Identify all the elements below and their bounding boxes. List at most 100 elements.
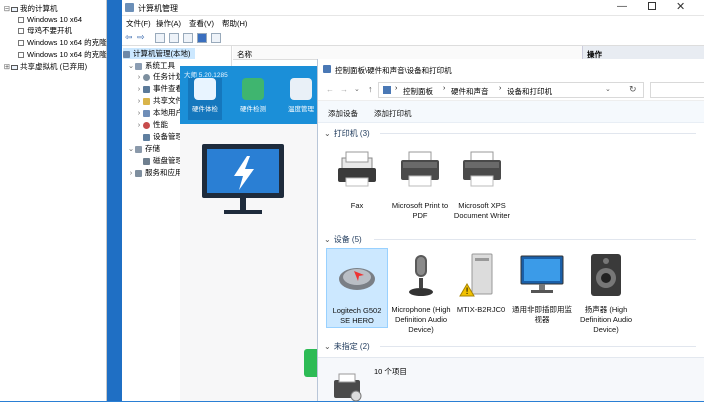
chevron-down-icon: ⌄ (324, 342, 331, 351)
device-label: Logitech G502 SE HERO (332, 306, 382, 325)
show-tree-icon[interactable] (155, 33, 165, 43)
computer-icon (123, 50, 130, 58)
minimize-button[interactable]: — (617, 1, 627, 12)
vm-item-label: Windows 10 x64 的克隆 (27, 50, 107, 59)
up-level-icon[interactable] (169, 33, 179, 43)
tree-item-services[interactable]: › 服务和应用 (127, 167, 183, 178)
device-microphone[interactable]: Microphone (High Definition Audio Device… (390, 252, 452, 335)
menu-view[interactable]: 查看(V) (189, 18, 214, 29)
menu-help[interactable]: 帮助(H) (222, 18, 247, 29)
device-label: 扬声器 (High Definition Audio Device) (579, 305, 633, 334)
expand-icon[interactable]: ⊞ (3, 61, 11, 72)
tab-temperature[interactable]: 温度管理 (284, 78, 318, 120)
chevron-right-icon[interactable]: › (135, 95, 143, 106)
breadcrumb-sep: › (499, 85, 502, 92)
collapse-icon[interactable]: ⊟ (3, 3, 11, 14)
device-monitor[interactable]: 通用非即插即用监视器 (511, 252, 573, 325)
event-icon (143, 85, 150, 93)
add-printer-button[interactable]: 添加打印机 (374, 108, 412, 119)
tree-item-performance[interactable]: › 性能 (135, 119, 168, 130)
device-label: MTIX-B2RJC0 (456, 305, 506, 314)
vm-icon (18, 28, 24, 35)
tools-icon (135, 62, 142, 70)
computer-icon (11, 6, 18, 12)
svg-text:!: ! (465, 287, 469, 297)
tree-item-task-scheduler[interactable]: › 任务计划 (135, 71, 183, 82)
storage-icon (135, 145, 142, 153)
cp-window-title: 控制面板\硬件和声音\设备和打印机 (335, 66, 452, 75)
breadcrumb-hardware-sound[interactable]: 硬件和声音 (451, 86, 489, 97)
tree-item-root[interactable]: 计算机管理(本地) (123, 48, 195, 59)
forward-icon[interactable]: → (340, 85, 348, 94)
vm-item[interactable]: 母鸡不要开机 (18, 25, 72, 36)
vm-icon (18, 40, 24, 47)
printers-group-header[interactable]: ⌄ 打印机 (3) (324, 128, 696, 139)
vm-shared[interactable]: ⊞ 共享虚拟机 (已弃用) (3, 61, 87, 72)
unspecified-group-header[interactable]: ⌄ 未指定 (2) (324, 341, 696, 352)
cp-address-row: ← → ⌄ ↑ › 控制面板 › 硬件和声音 › 设备和打印机 ⌄ ↻ (318, 79, 704, 101)
vm-item-label: 母鸡不要开机 (27, 26, 72, 35)
breadcrumb-devices-printers[interactable]: 设备和打印机 (507, 86, 552, 97)
toolbar: ⇦ ⇨ (122, 30, 704, 46)
vm-item[interactable]: Windows 10 x64 的克隆 (18, 37, 107, 48)
menu-file[interactable]: 文件(F) (126, 18, 151, 29)
device-xps-writer[interactable]: Microsoft XPS Document Writer (451, 148, 513, 221)
fax-icon (338, 151, 376, 187)
help-icon[interactable] (197, 33, 207, 43)
tab-hardware-check[interactable]: 硬件体检 (188, 78, 222, 120)
address-dropdown-icon[interactable]: ⌄ (605, 85, 611, 93)
tree-item-local-users[interactable]: › 本地用户 (135, 107, 183, 118)
dashi-content (180, 124, 320, 401)
up-icon[interactable]: ↑ (368, 84, 373, 94)
device-speaker[interactable]: 扬声器 (High Definition Audio Device) (575, 252, 637, 335)
chevron-down-icon[interactable]: ⌄ (127, 60, 135, 71)
panel-icon[interactable] (211, 33, 221, 43)
column-name[interactable]: 名称 (237, 49, 252, 60)
tree-item-disk-management[interactable]: 磁盘管理 (143, 155, 183, 166)
shared-vm-icon (11, 64, 18, 70)
chevron-right-icon[interactable]: › (135, 83, 143, 94)
tree-item-event-viewer[interactable]: › 事件查看 (135, 83, 183, 94)
refresh-icon[interactable]: ↻ (629, 84, 637, 95)
tree-label: 事件查看 (153, 84, 183, 93)
address-bar[interactable]: › 控制面板 › 硬件和声音 › 设备和打印机 ⌄ ↻ (378, 82, 644, 98)
add-device-button[interactable]: 添加设备 (328, 108, 358, 119)
chevron-right-icon[interactable]: › (135, 71, 143, 82)
title-bar: 计算机管理 — ✕ (122, 0, 704, 16)
forward-icon[interactable]: ⇨ (137, 32, 145, 43)
devices-group-header[interactable]: ⌄ 设备 (5) (324, 234, 696, 245)
search-input[interactable] (650, 82, 704, 98)
vm-root[interactable]: ⊟ 我的计算机 (3, 3, 58, 14)
tree-item-storage[interactable]: ⌄ 存储 (127, 143, 160, 154)
vm-item[interactable]: Windows 10 x64 的克隆 (18, 49, 107, 60)
tab-hardware-detect[interactable]: 硬件检测 (236, 78, 270, 120)
desktop-strip (107, 0, 122, 401)
tower-pc-icon: ! (459, 253, 493, 297)
tree-item-shared-folders[interactable]: › 共享文件 (135, 95, 183, 106)
vm-item[interactable]: Windows 10 x64 (18, 14, 82, 25)
device-print-to-pdf[interactable]: Microsoft Print to PDF (389, 148, 451, 221)
group-divider (380, 346, 696, 347)
maximize-button[interactable] (648, 2, 656, 10)
chevron-right-icon[interactable]: › (135, 107, 143, 118)
back-icon[interactable]: ⇦ (125, 32, 133, 43)
chevron-down-icon[interactable]: ⌄ (127, 143, 135, 154)
performance-icon (143, 121, 150, 129)
menu-action[interactable]: 操作(A) (156, 18, 181, 29)
properties-icon[interactable] (183, 33, 193, 43)
back-icon[interactable]: ← (326, 85, 334, 94)
group-divider (380, 133, 696, 134)
device-mouse[interactable]: Logitech G502 SE HERO (326, 248, 388, 328)
device-fax[interactable]: Fax (326, 148, 388, 211)
recent-dropdown-icon[interactable]: ⌄ (354, 85, 360, 93)
chevron-right-icon[interactable]: › (127, 167, 135, 178)
mouse-icon (339, 268, 375, 290)
breadcrumb-control-panel[interactable]: 控制面板 (403, 86, 433, 97)
chevron-right-icon[interactable]: › (135, 119, 143, 130)
tree-item-device-manager[interactable]: 设备管理 (143, 131, 183, 142)
disk-icon (143, 157, 150, 165)
tree-item-system-tools[interactable]: ⌄ 系统工具 (127, 60, 175, 71)
close-button[interactable]: ✕ (676, 0, 685, 13)
vm-icon (18, 17, 24, 24)
device-computer[interactable]: ! MTIX-B2RJC0 (450, 252, 512, 315)
